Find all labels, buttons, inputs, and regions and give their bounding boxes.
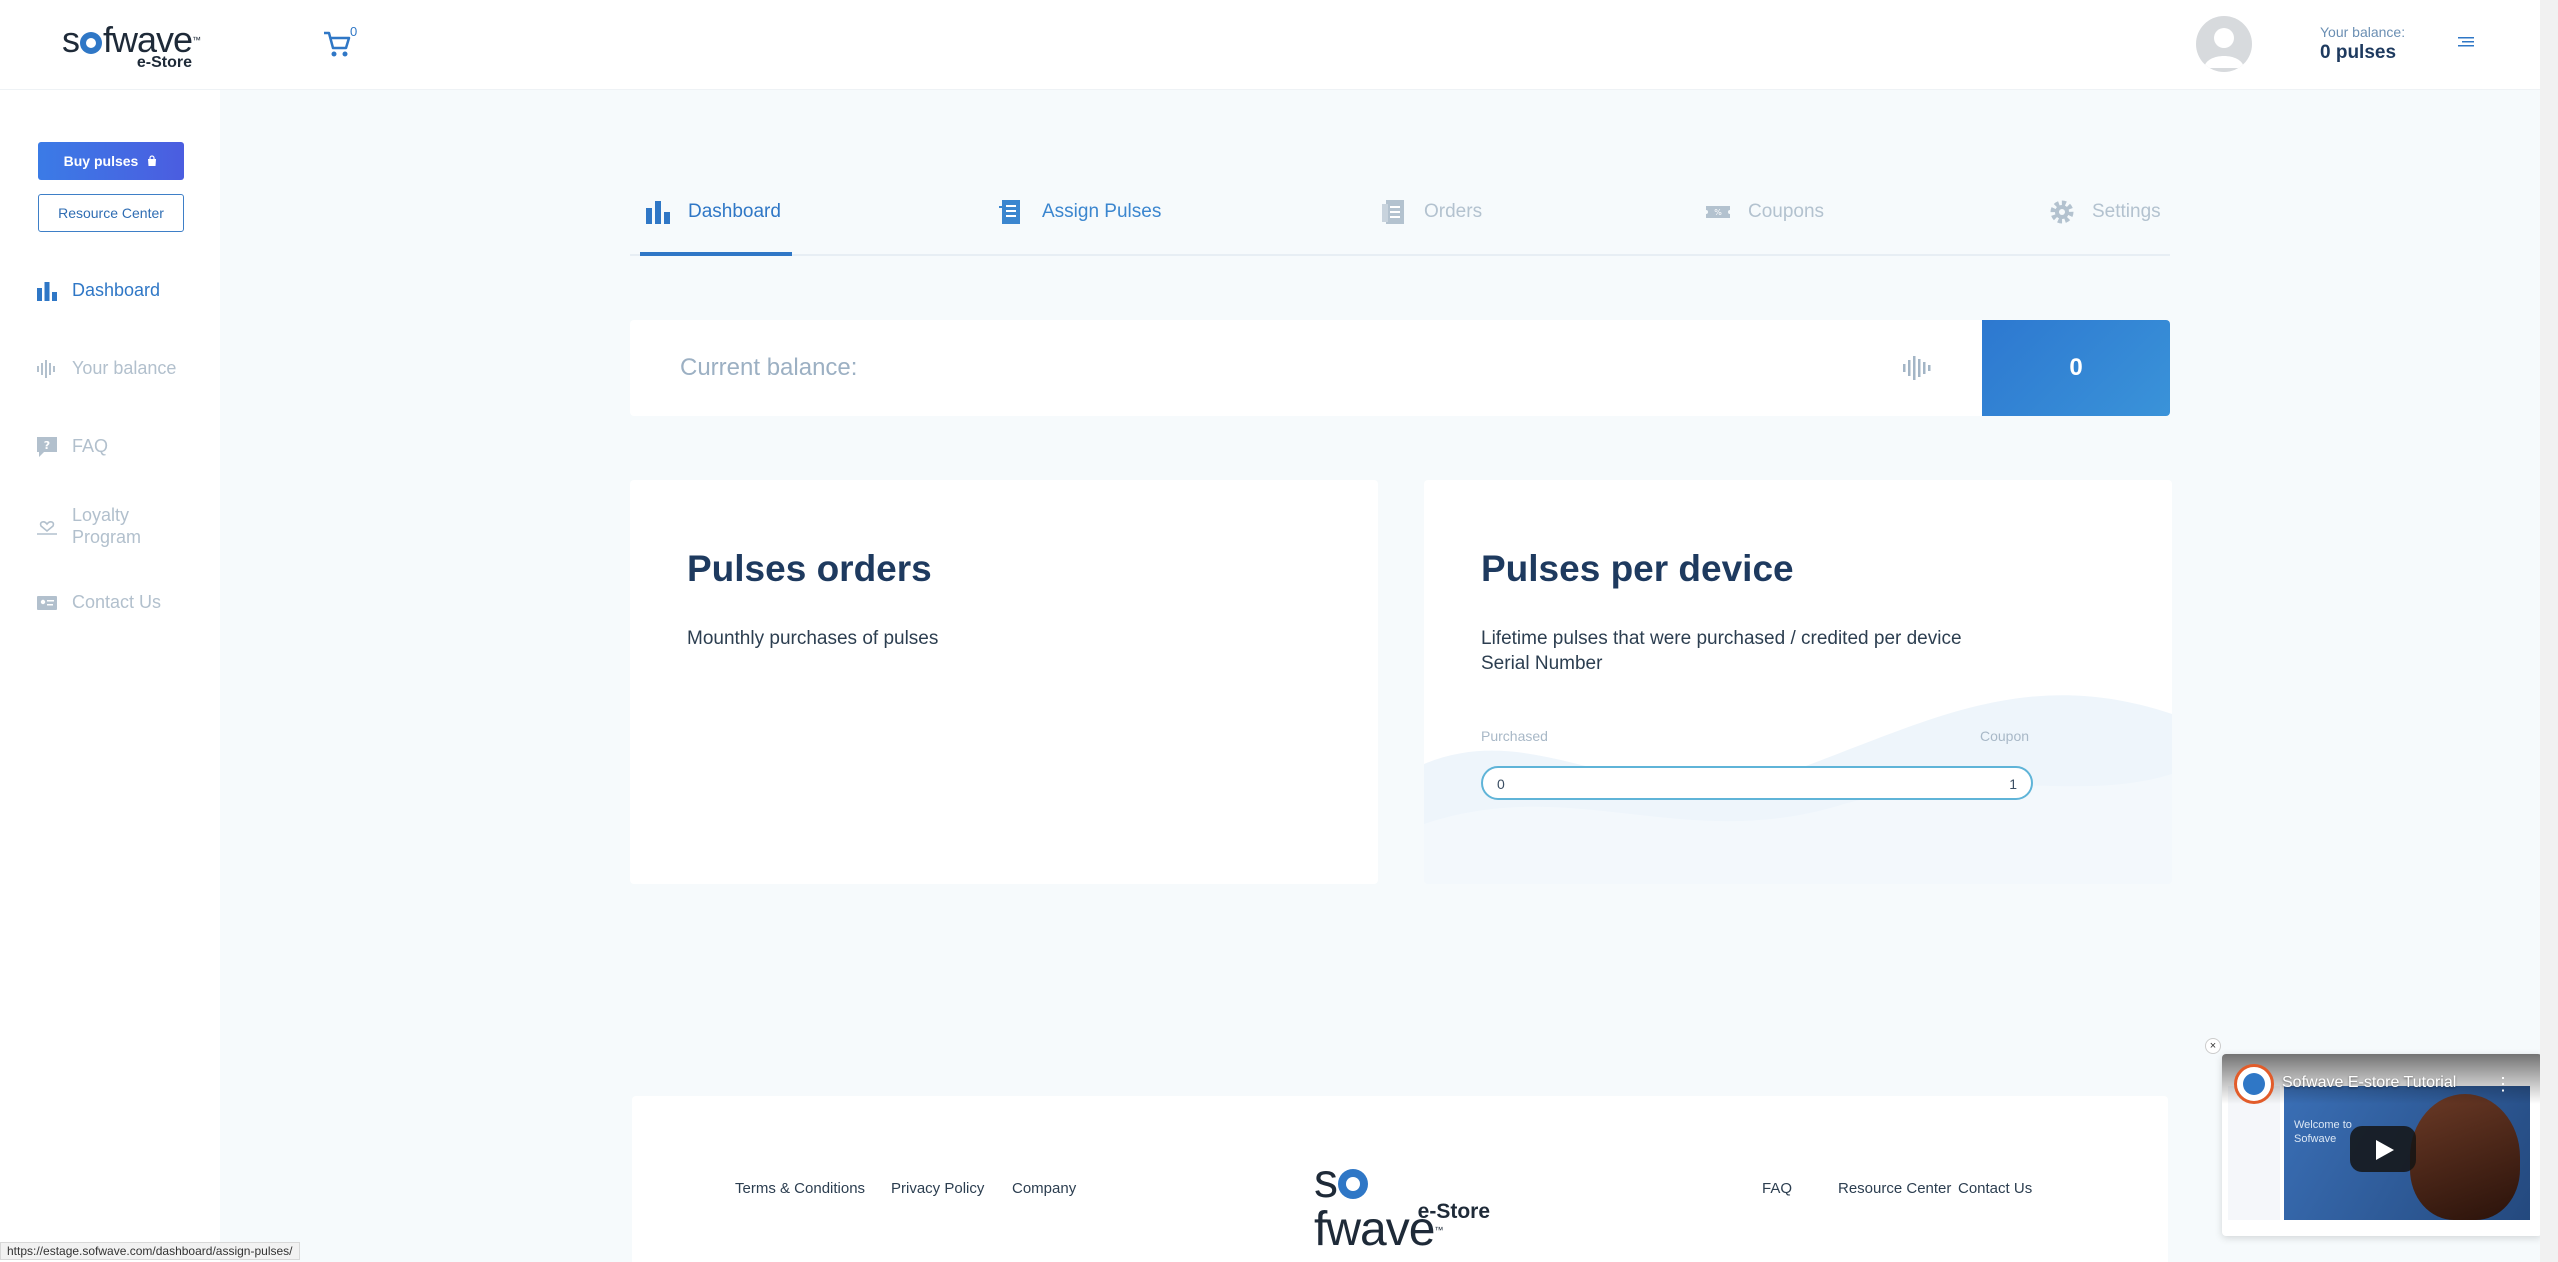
footer-link-privacy[interactable]: Privacy Policy <box>891 1180 984 1197</box>
footer: Terms & Conditions Privacy Policy Compan… <box>632 1096 2168 1262</box>
footer-link-terms[interactable]: Terms & Conditions <box>735 1180 865 1197</box>
pulses-orders-panel: Pulses orders Mounthly purchases of puls… <box>630 480 1378 884</box>
resource-center-button[interactable]: Resource Center <box>38 194 184 232</box>
wave-icon <box>37 360 55 378</box>
logo-subtitle: e-Store <box>136 54 192 71</box>
sofwave-logo[interactable]: s fwave™ e-Store <box>62 22 202 72</box>
purchased-label: Purchased <box>1481 728 1548 744</box>
coupon-label: Coupon <box>1980 728 2030 744</box>
header-balance-label: Your balance: <box>2320 24 2406 40</box>
tutorial-video-widget[interactable]: Welcome to Sofwave Sofwave E-store Tutor… <box>2222 1054 2542 1236</box>
panel-title: Pulses per device <box>1481 548 1794 589</box>
current-balance-value: 0 <box>1982 320 2170 416</box>
browser-status-url: https://estage.sofwave.com/dashboard/ass… <box>0 1242 300 1260</box>
avatar[interactable] <box>2196 16 2252 72</box>
user-silhouette-icon <box>2204 28 2244 68</box>
channel-avatar[interactable] <box>2234 1064 2274 1104</box>
footer-link-company[interactable]: Company <box>1012 1180 1076 1197</box>
coupon-value: 1 <box>2009 776 2017 792</box>
wave-icon <box>1903 356 1931 380</box>
close-video-button[interactable]: × <box>2205 1038 2221 1054</box>
tab-orders[interactable]: Orders <box>1380 170 1482 254</box>
more-options-icon[interactable]: ⋮ <box>2494 1074 2512 1095</box>
panel-title: Pulses orders <box>687 548 932 589</box>
device-pulses-bar: 0 1 <box>1481 766 2033 800</box>
footer-link-faq[interactable]: FAQ <box>1762 1180 1792 1197</box>
heart-hand-icon <box>37 521 57 535</box>
assign-icon <box>999 200 1020 224</box>
sidebar-item-faq[interactable]: ? FAQ <box>36 436 108 458</box>
svg-text:%: % <box>1714 208 1722 217</box>
gear-icon <box>2050 200 2074 224</box>
cart-icon[interactable] <box>322 30 352 58</box>
panel-description: Mounthly purchases of pulses <box>687 628 939 649</box>
cart-count-badge: 0 <box>350 24 358 39</box>
svg-text:?: ? <box>44 439 50 452</box>
panel-description: Lifetime pulses that were purchased / cr… <box>1481 628 1962 674</box>
sidebar: Buy pulses Resource Center Dashboard You… <box>0 90 220 1262</box>
orders-icon <box>1382 200 1404 224</box>
contact-card-icon <box>37 596 57 610</box>
play-icon[interactable] <box>2350 1126 2416 1172</box>
bar-chart-icon <box>37 282 57 301</box>
footer-logo[interactable]: sfwave™ e-Store <box>1314 1158 1494 1254</box>
menu-icon[interactable] <box>2458 36 2474 48</box>
active-tab-indicator <box>640 252 792 256</box>
buy-pulses-button[interactable]: Buy pulses <box>38 142 184 180</box>
footer-link-resource-center[interactable]: Resource Center <box>1838 1180 1951 1197</box>
video-person-image <box>2410 1094 2520 1220</box>
bar-chart-icon <box>646 201 670 224</box>
dashboard-tabs: Dashboard Assign Pulses Orders % Coupons… <box>630 170 2170 256</box>
question-icon: ? <box>37 437 57 457</box>
tab-assign-pulses[interactable]: Assign Pulses <box>998 170 1161 254</box>
sidebar-item-loyalty-program[interactable]: Loyalty Program <box>36 504 156 548</box>
tab-settings[interactable]: Settings <box>2048 170 2161 254</box>
current-balance-card: Current balance: 0 <box>630 320 2170 416</box>
sidebar-item-your-balance[interactable]: Your balance <box>36 358 176 380</box>
footer-link-contact-us[interactable]: Contact Us <box>1958 1180 2032 1197</box>
purchased-value: 0 <box>1497 776 1505 792</box>
header-balance-value: 0 pulses <box>2320 42 2397 63</box>
pulses-per-device-panel: Pulses per device Lifetime pulses that w… <box>1424 480 2172 884</box>
tab-coupons[interactable]: % Coupons <box>1704 170 1824 254</box>
scrollbar[interactable] <box>2540 0 2558 1262</box>
tab-dashboard[interactable]: Dashboard <box>640 170 792 256</box>
video-preview-sidebar <box>2228 1086 2280 1220</box>
sidebar-item-dashboard[interactable]: Dashboard <box>36 280 160 302</box>
coupon-icon: % <box>1706 206 1730 218</box>
top-header: s fwave™ e-Store 0 Your balance: 0 pulses <box>0 0 2540 90</box>
sidebar-item-contact-us[interactable]: Contact Us <box>36 592 161 614</box>
current-balance-title: Current balance: <box>680 354 858 381</box>
shopping-bag-icon <box>148 155 157 166</box>
video-title: Sofwave E-store Tutorial <box>2282 1074 2457 1091</box>
